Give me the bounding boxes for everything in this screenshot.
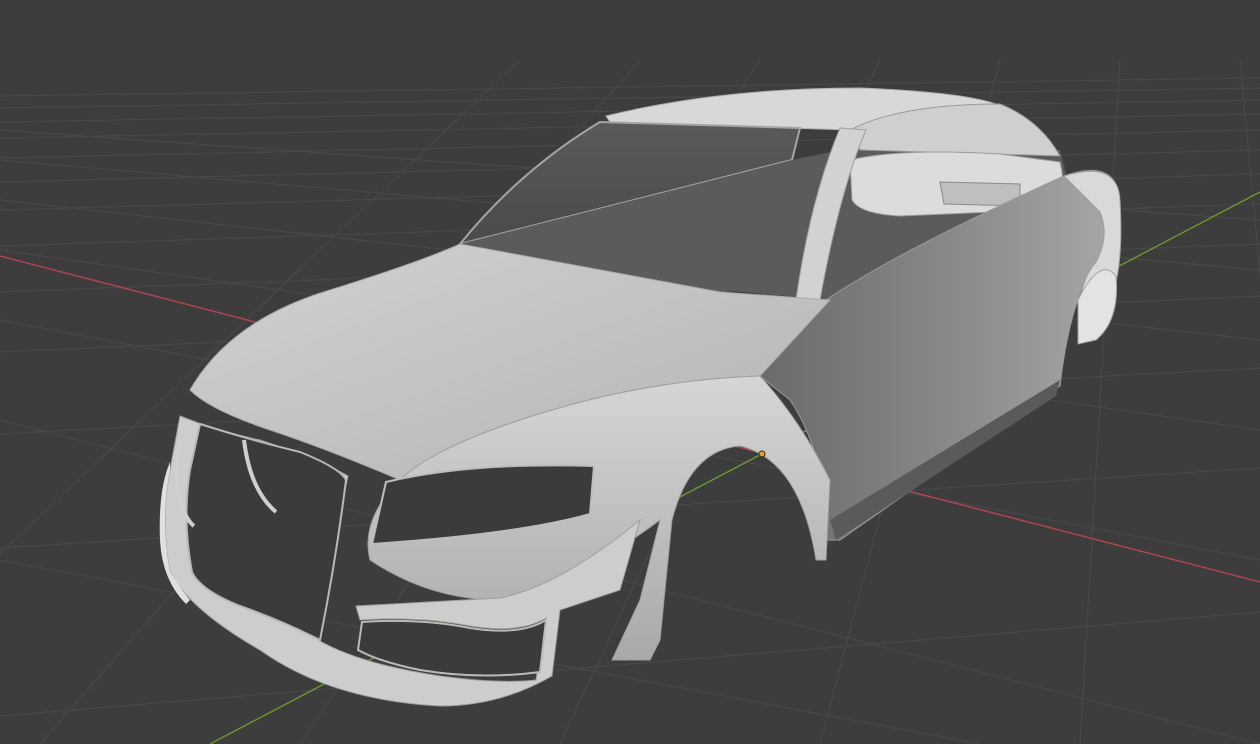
viewport-canvas[interactable]	[0, 0, 1260, 744]
3d-viewport[interactable]	[0, 0, 1260, 744]
object-origin-dot[interactable]	[758, 450, 766, 458]
